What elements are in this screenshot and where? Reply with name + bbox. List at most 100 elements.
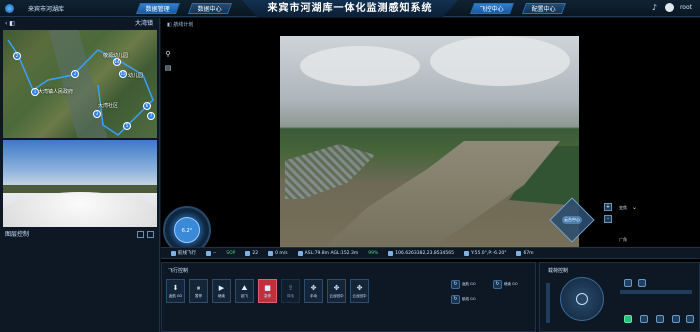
- map-marker[interactable]: 3: [93, 110, 101, 118]
- op-label: 暂停: [195, 293, 202, 298]
- op-label: 云台回中: [329, 293, 344, 298]
- status-sat: 22: [245, 250, 258, 256]
- left-panel: ‹ ◧ 大湾镇 2 1 2 3 14 15 6 7 5 敬源幼儿园 大湾镇人民政…: [0, 18, 160, 332]
- zoom-label: 变焦: [619, 205, 627, 210]
- gimbal-icon: ✥: [356, 283, 363, 292]
- tab-config-center[interactable]: 配置中心: [521, 3, 567, 14]
- return-home-button[interactable]: ⬇ 返航 GO: [166, 279, 185, 303]
- gimbal-center-button[interactable]: 云台中心: [562, 216, 582, 224]
- map-label: 幼儿园: [128, 73, 144, 79]
- map-marker[interactable]: 2: [13, 52, 21, 60]
- cloud-shape: [430, 36, 570, 86]
- payload-control-panel: 载荷控制: [539, 262, 700, 332]
- tab-flight-control[interactable]: 飞控中心: [469, 3, 515, 14]
- layers-icon[interactable]: ▤: [164, 64, 172, 72]
- drone-live-video[interactable]: [280, 36, 579, 247]
- op-label: 降落: [287, 293, 294, 298]
- status-speed: 0 m/s: [268, 250, 288, 256]
- zoom-out-button[interactable]: -: [604, 215, 612, 223]
- refresh-icon: ↻: [451, 295, 460, 304]
- status-gimbal: Y:55.0°,P:-6.20°: [463, 250, 506, 256]
- map-view[interactable]: 2 1 2 3 14 15 6 7 5 敬源幼儿园 大湾镇人民政府 大湾社区 幼…: [3, 30, 157, 138]
- payload-mode-button[interactable]: [624, 279, 632, 287]
- rt-label: 继续 GO: [504, 282, 518, 286]
- return-go-button[interactable]: ↻ 返航 GO: [451, 279, 489, 290]
- tab-data-management[interactable]: 数据管理: [135, 3, 181, 14]
- route-go-button[interactable]: ↻ 航线 GO: [451, 294, 489, 305]
- land-button[interactable]: ⇪ 降落: [281, 279, 300, 303]
- main-video-panel: ◧ 航线计划 ⚲ ▤ 云台中心 + - 变焦 广角 ⌄: [161, 18, 700, 262]
- wide-label: 广角: [619, 237, 627, 242]
- flight-control-panel: 飞行控制 ⬇ 返航 GO ⏸ 暂停 ▶ 继续 ⛰ 起飞 ■ 急停 ⇪ 降落 ✥ 手动 ✥ 云台回…: [161, 262, 536, 332]
- map-label: 大湾镇人民政府: [38, 89, 74, 95]
- status-sop: SOP: [226, 250, 236, 256]
- map-marker[interactable]: 6: [143, 102, 151, 110]
- back-icon[interactable]: ‹ ◧: [5, 20, 15, 27]
- status-bar: 航线飞行 -- SOP 22 0 m/s ASL:79.8m AGL:152.3…: [161, 247, 700, 259]
- pause-icon: ⏸: [196, 283, 201, 292]
- map-marker[interactable]: 15: [119, 70, 127, 78]
- gimbal-reset-button-2[interactable]: ✥ 云台回中: [350, 279, 369, 303]
- takeoff-icon: ⛰: [241, 283, 248, 292]
- payload-option-button[interactable]: [656, 315, 664, 323]
- payload-option-button[interactable]: [672, 315, 680, 323]
- op-label: 云台回中: [352, 293, 367, 298]
- status-placeholder: --: [206, 250, 216, 256]
- map-marker[interactable]: 14: [113, 58, 121, 66]
- op-label: 返航 GO: [168, 293, 183, 298]
- op-label: 继续: [218, 293, 225, 298]
- op-label: 起飞: [241, 293, 248, 298]
- manual-button[interactable]: ✥ 手动: [304, 279, 323, 303]
- payload-photo-button[interactable]: [640, 315, 648, 323]
- gimbal-icon: ✥: [333, 283, 340, 292]
- payload-control-title: 载荷控制: [548, 268, 569, 274]
- continue-button[interactable]: ▶ 继续: [212, 279, 231, 303]
- status-battery: 99%: [368, 250, 379, 256]
- map-marker[interactable]: 5: [123, 122, 131, 130]
- altitude-slider[interactable]: [546, 283, 550, 323]
- map-marker[interactable]: 7: [147, 112, 155, 120]
- site-name: 来宾市河湖库: [28, 6, 65, 13]
- pause-button[interactable]: ⏸ 暂停: [189, 279, 208, 303]
- continue-go-button[interactable]: ↻ 继续 GO: [493, 279, 531, 290]
- refresh-icon: ↻: [451, 280, 460, 289]
- payload-mode-button[interactable]: [638, 279, 646, 287]
- payload-joystick[interactable]: [560, 277, 604, 321]
- chevron-down-icon[interactable]: ⌄: [632, 204, 637, 211]
- rt-label: 返航 GO: [462, 282, 476, 286]
- op-label: 手动: [310, 293, 317, 298]
- camera-dome: [3, 192, 157, 227]
- map-label: 敬源幼儿园: [103, 53, 129, 59]
- land-icon: ⇪: [287, 283, 294, 292]
- zoom-in-button[interactable]: +: [604, 203, 612, 211]
- secondary-camera-view[interactable]: [3, 140, 157, 227]
- map-marker[interactable]: 2: [71, 70, 79, 78]
- video-town: [285, 144, 375, 199]
- avatar[interactable]: [664, 3, 674, 12]
- op-label: 急停: [264, 293, 271, 298]
- play-icon: ▶: [218, 283, 225, 292]
- person-icon[interactable]: ⚲: [164, 50, 172, 58]
- gimbal-reset-button[interactable]: ✥ 云台回中: [327, 279, 346, 303]
- panel-title: 大湾镇: [134, 20, 153, 27]
- flight-route: [7, 39, 154, 136]
- user-name[interactable]: root: [680, 4, 692, 11]
- layer-control-label: 图层控制: [5, 231, 30, 238]
- app-logo: [5, 4, 14, 13]
- flight-control-title: 飞行控制: [168, 268, 189, 274]
- emergency-stop-button[interactable]: ■ 急停: [258, 279, 277, 303]
- layer-toggle-a[interactable]: [137, 231, 144, 238]
- takeoff-button[interactable]: ⛰ 起飞: [235, 279, 254, 303]
- payload-record-button[interactable]: [624, 315, 632, 323]
- joystick-center: [576, 293, 588, 305]
- cloud-shape: [300, 46, 420, 86]
- gimbal-joystick[interactable]: 云台中心: [549, 197, 595, 243]
- payload-slider[interactable]: [620, 290, 692, 294]
- bell-icon[interactable]: ♪: [650, 3, 659, 12]
- payload-option-button[interactable]: [686, 315, 694, 323]
- tab-data-center[interactable]: 数据中心: [187, 3, 233, 14]
- layer-toggle-b[interactable]: [147, 231, 154, 238]
- status-distance: 67m: [516, 250, 534, 256]
- manual-icon: ✥: [310, 283, 317, 292]
- stop-icon: ■: [264, 283, 271, 292]
